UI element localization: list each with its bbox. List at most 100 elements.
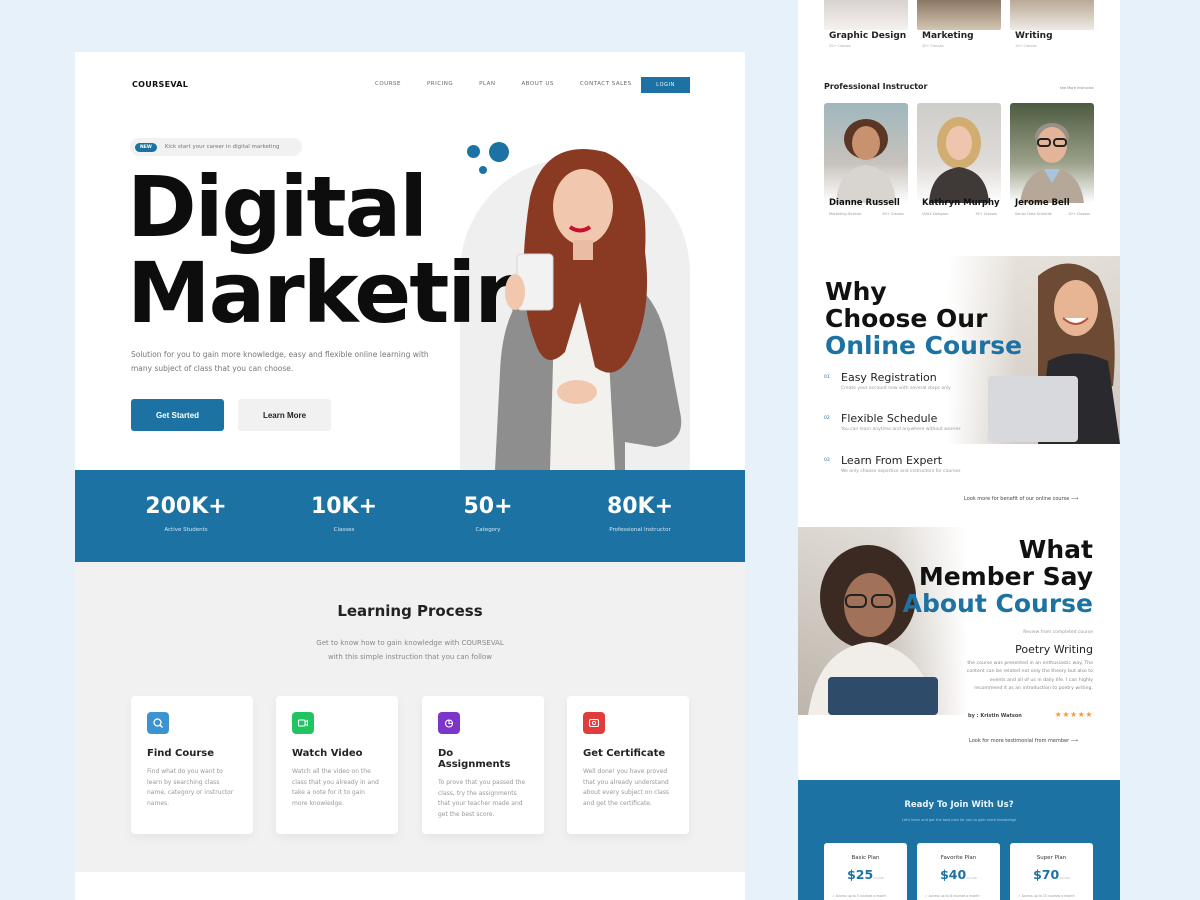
plan-price: $70/month [1010,867,1093,882]
title-line: Choose Our [825,304,988,333]
section-title: Learning Process [337,602,483,620]
instructor-card[interactable]: Jerome Bell Senior Data Scientist 20+ Cl… [1010,103,1094,217]
card-title: Find Course [147,748,215,759]
process-card-do-assignments[interactable]: Do Assignments To prove that you passed … [422,696,544,834]
plan-feature: ✓ Access up to 8 courses a month [925,894,980,898]
hero-person-image [495,149,682,470]
learning-process-section: Learning Process Get to know how to gain… [75,562,745,872]
instructor-name: Jerome Bell [1015,198,1070,208]
instructor-photo [1010,103,1094,203]
plan-card-basic[interactable]: Basic Plan $25/month ✓ Access up to 5 co… [824,843,907,900]
price-value: $70 [1033,867,1060,882]
nav-link-plan[interactable]: PLAN [479,81,495,87]
logo[interactable]: COURSEVAL [132,80,188,89]
learn-more-button[interactable]: Learn More [238,399,331,431]
nav-link-course[interactable]: COURSE [375,81,401,87]
why-choose-title: Why Choose Our Online Course [825,278,1022,359]
plan-price: $25/month [824,867,907,882]
landing-page-main: COURSEVAL COURSE PRICING PLAN ABOUT US C… [75,52,745,900]
category-card-graphic-design[interactable]: Graphic Design 20+ Classes [824,0,908,48]
instructor-photo [917,103,1001,203]
nav-link-pricing[interactable]: PRICING [427,81,453,87]
category-card-writing[interactable]: Writing 10+ Classes [1010,0,1094,48]
stat-label: Classes [333,527,355,533]
process-card-get-certificate[interactable]: Get Certificate Well done! you have prov… [567,696,689,834]
stat-label: Active Students [164,527,208,533]
process-card-watch-video[interactable]: Watch Video Watch all the video on the c… [276,696,398,834]
card-text: Find what do you want to learn by search… [147,768,234,807]
price-value: $40 [940,867,967,882]
instructor-class-count: 50+ Classes [882,212,904,216]
review-label: Review from completed course [1023,630,1093,635]
hero-description: Solution for you to gain more knowledge,… [131,350,429,373]
title-line-highlight: About Course [902,589,1093,618]
instructor-role: Marketing Director [829,212,862,216]
next-section-edge [75,872,745,900]
more-testimonial-link[interactable]: Look for more testimonial from member ⟶ [969,738,1078,744]
process-card-find-course[interactable]: Find Course Find what do you want to lea… [131,696,253,834]
category-title: Marketing [922,31,974,41]
instructors-heading: Professional Instructor [824,82,928,91]
category-title: Writing [1015,31,1053,41]
stat-label: Professional Instructor [609,527,671,533]
instructor-class-count: 35+ Classes [975,212,997,216]
benefit-title: Flexible Schedule [841,412,938,425]
card-text: To prove that you passed the class, try … [438,779,526,818]
instructor-role: UI/UX Designer [922,212,949,216]
link-text: Look more for benefit of our online cour… [964,496,1070,502]
card-title: Watch Video [292,748,363,759]
subtitle-line: with this simple instruction that you ca… [328,653,492,661]
plan-feature: ✓ Access up to 15 courses a month [1018,894,1075,898]
pricing-title: Ready To Join With Us? [904,800,1014,810]
plan-feature: ✓ Access up to 5 courses a month [832,894,887,898]
get-started-button[interactable]: Get Started [131,399,224,431]
see-more-instructor-link[interactable]: See More Instructor [1060,86,1094,90]
card-title: Do Assignments [438,748,511,770]
login-button[interactable]: LOGIN [641,77,690,93]
category-card-marketing[interactable]: Marketing 30+ Classes [917,0,1001,48]
benefit-number: 03 [824,458,830,463]
video-icon [292,712,314,734]
category-sub: 20+ Classes [829,44,851,48]
price-period: /month [966,876,977,880]
instructor-card[interactable]: Kathryn Murphy UI/UX Designer 35+ Classe… [917,103,1001,217]
pricing-section: Ready To Join With Us? Let's learn and g… [798,780,1120,900]
nav-links: COURSE PRICING PLAN ABOUT US CONTACT SAL… [375,81,658,87]
plan-card-favorite[interactable]: Favorite Plan $40/month ✓ Access up to 8… [917,843,1000,900]
card-title: Get Certificate [583,748,666,759]
benefit-title: Easy Registration [841,371,937,384]
announcement-pill[interactable]: NEW Kick start your career in digital ma… [130,138,302,156]
section-subtitle: Get to know how to gain knowledge with C… [75,636,745,664]
card-text: Watch all the video on the class that yo… [292,768,379,807]
nav-link-contact-sales[interactable]: CONTACT SALES [580,81,632,87]
nav-link-about[interactable]: ABOUT US [521,81,553,87]
benefit-number: 02 [824,416,830,421]
title-line: What [1018,535,1093,564]
title-line: Member Say [918,562,1093,591]
instructor-card[interactable]: Dianne Russell Marketing Director 50+ Cl… [824,103,908,217]
arrow-right-icon: ⟶ [1070,496,1079,502]
price-period: /month [1059,876,1070,880]
plan-card-super[interactable]: Super Plan $70/month ✓ Access up to 15 c… [1010,843,1093,900]
benefit-text: Create your account now with several ste… [841,386,951,391]
announcement-text: Kick start your career in digital market… [164,144,280,150]
instructor-role: Senior Data Scientist [1015,212,1052,216]
testimonial-title: What Member Say About Course [903,536,1093,617]
stat-active-students: 200K+ Active Students [116,494,256,533]
pricing-subtitle: Let's learn and get the best plan for yo… [902,818,1016,822]
benefit-more-link[interactable]: Look more for benefit of our online cour… [964,496,1078,502]
stat-value: 50+ [463,494,513,519]
stat-professional-instructor: 80K+ Professional Instructor [570,494,710,533]
star-rating: ★★★★★ [1054,710,1093,719]
benefit-text: We only choose expertise and instructors… [841,469,961,474]
stat-label: Category [475,527,501,533]
review-text: the course was presented in an enthusias… [966,661,1093,691]
category-title: Graphic Design [829,31,907,41]
plan-price: $40/month [917,867,1000,882]
card-text: Well done! you have proved that you alre… [583,768,670,807]
review-course-name: Poetry Writing [1015,643,1093,656]
category-sub: 10+ Classes [1015,44,1037,48]
plan-name: Super Plan [1036,855,1067,861]
certificate-icon [583,712,605,734]
title-line: Why [825,277,887,306]
